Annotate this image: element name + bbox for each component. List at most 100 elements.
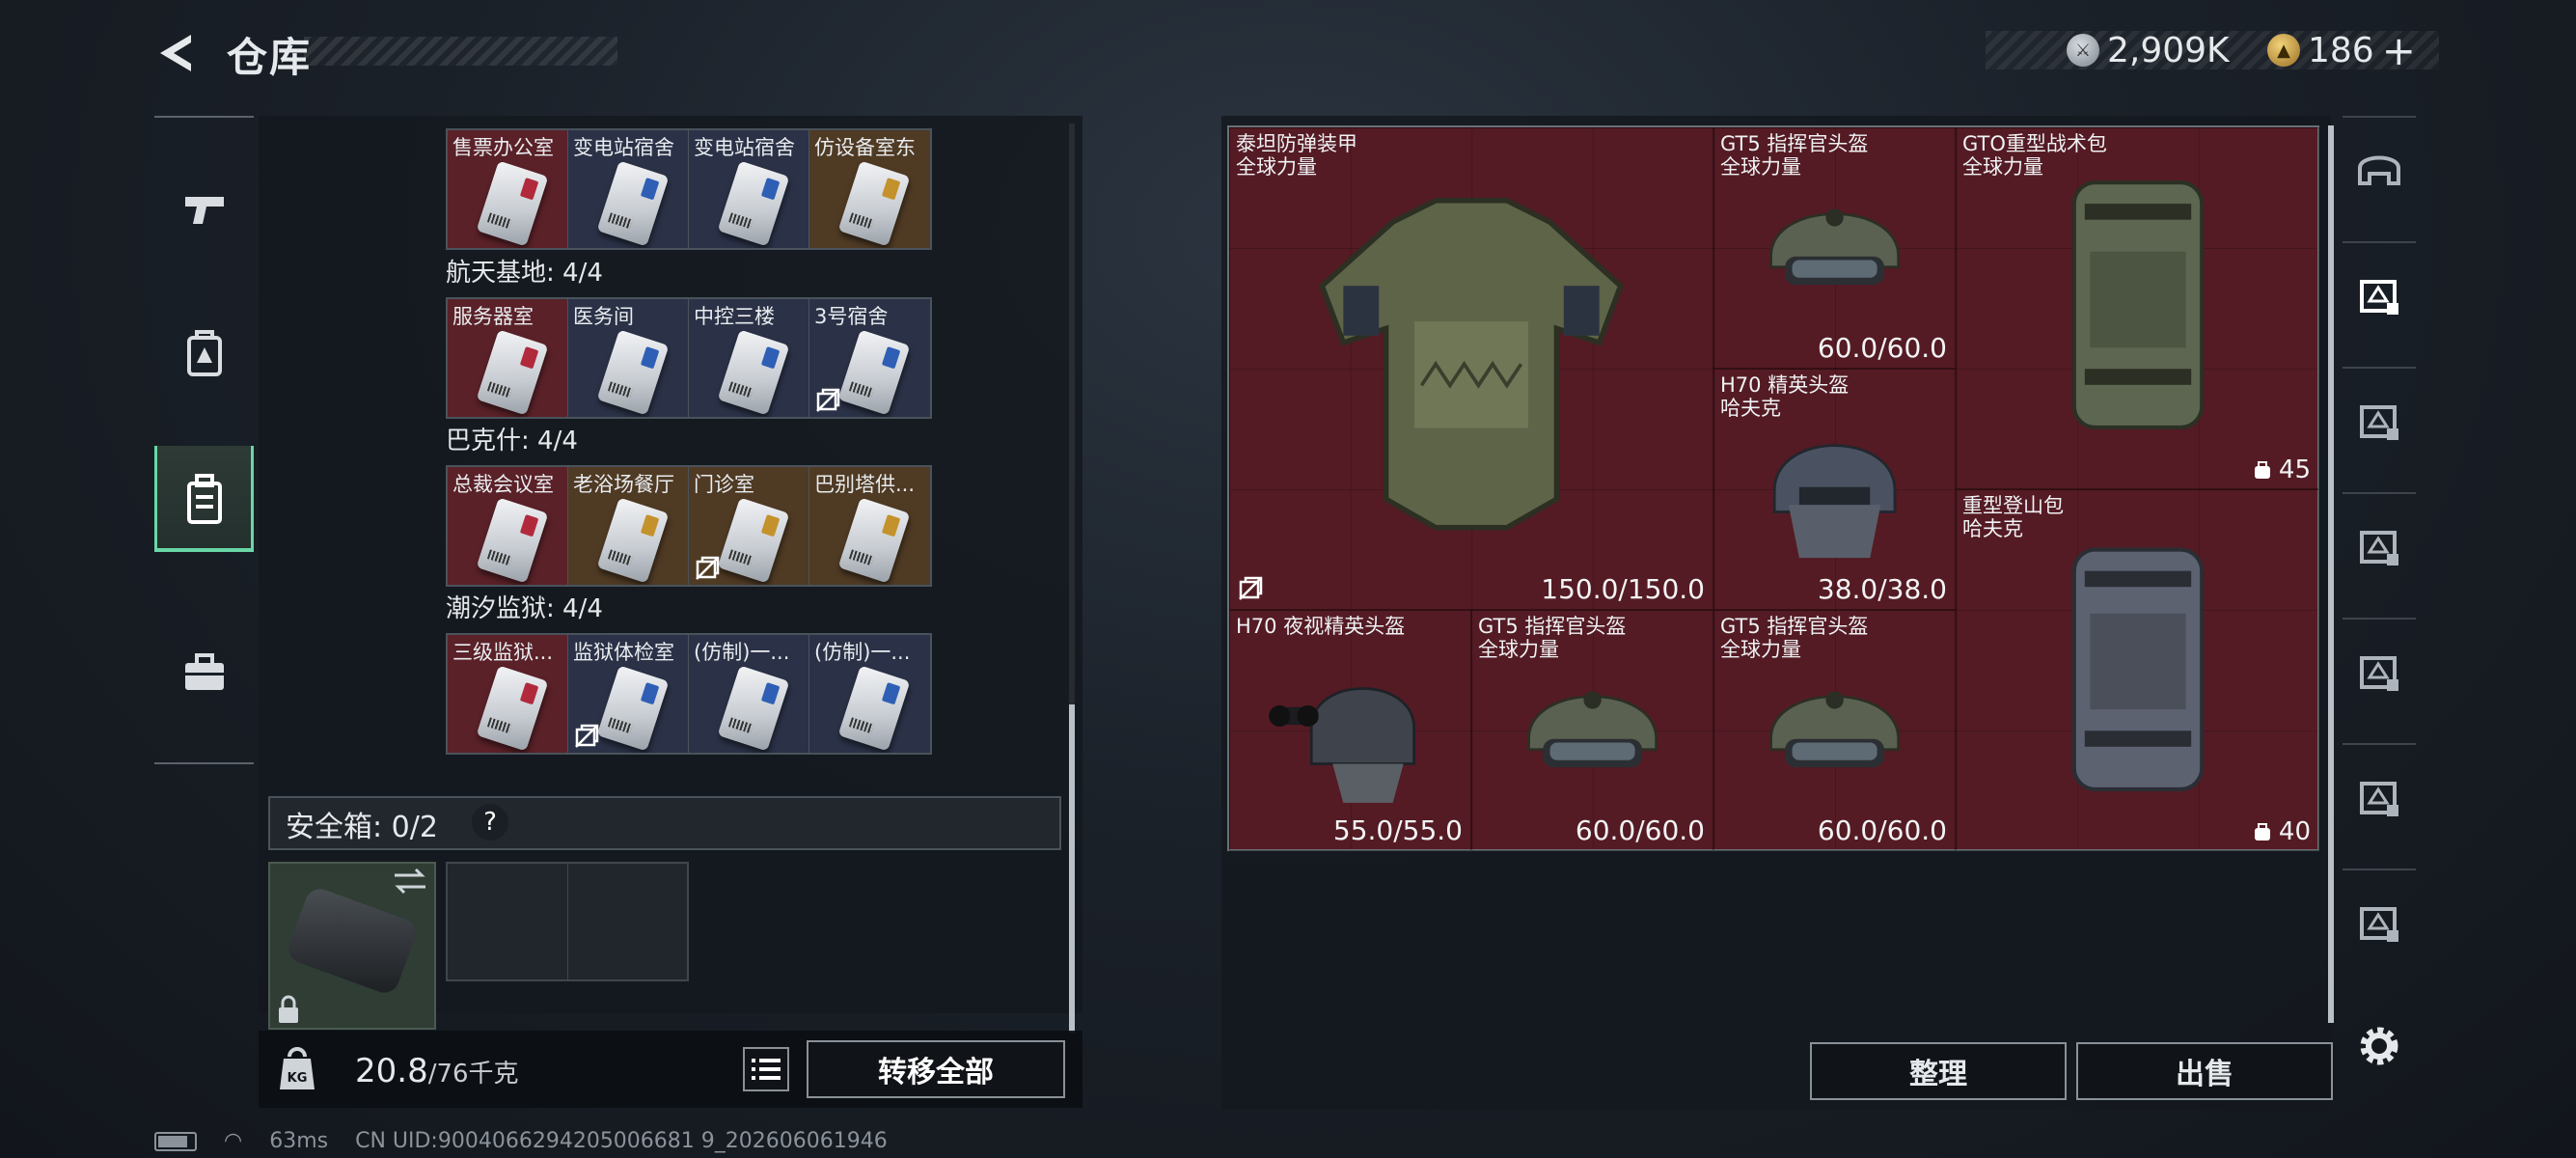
keycard-row: 售票办公室 变电站宿舍 变电站宿舍 仿设备室东: [446, 128, 932, 250]
inventory-item[interactable]: 泰坦防弹装甲 全球力量 150.0/150.0: [1229, 127, 1713, 610]
keycard-item[interactable]: 中控三楼: [689, 299, 809, 417]
armor-slot-icon-2: [2360, 405, 2398, 440]
keycard-item[interactable]: 服务器室: [448, 299, 568, 417]
gear-icon[interactable]: [2354, 1021, 2404, 1071]
keycard-item[interactable]: 门诊室: [689, 467, 809, 585]
keycard-row: 总裁会议室 老浴场餐厅 门诊室 巴别塔供...: [446, 465, 932, 587]
sell-button[interactable]: 出售: [2076, 1042, 2333, 1100]
nav-gear[interactable]: [154, 301, 254, 407]
weight-kg-icon: KG: [280, 1047, 315, 1089]
item-name: GT5 指挥官头盔: [1720, 615, 1869, 638]
inventory-item[interactable]: GT5 指挥官头盔 全球力量 60.0/60.0: [1471, 610, 1713, 851]
item-durability: 150.0/150.0: [1541, 573, 1705, 605]
keycard-image: [596, 329, 670, 416]
safebox-empty-slots[interactable]: [446, 862, 689, 981]
keycard-item[interactable]: 变电站宿舍: [568, 130, 689, 248]
item-name-block: H70 精英头盔 哈夫克: [1720, 373, 1849, 420]
item-durability: 60.0/60.0: [1817, 332, 1947, 364]
equipment-slot-7[interactable]: [2343, 868, 2416, 975]
keycard-item[interactable]: 变电站宿舍: [689, 130, 809, 248]
backpack-image: [2071, 547, 2204, 791]
keycard-group-title: 巴克什: 4/4: [446, 427, 578, 455]
keycard-image: [476, 160, 549, 247]
helmet-image: [1769, 690, 1900, 767]
back-arrow-icon[interactable]: [152, 29, 201, 77]
inventory-item[interactable]: H70 精英头盔 哈夫克 38.0/38.0: [1713, 369, 1956, 610]
keycard-item[interactable]: 三级监狱...: [448, 635, 568, 753]
keycard-image: [837, 160, 911, 247]
ping-value: 63ms: [269, 1129, 329, 1153]
item-name: 重型登山包: [1962, 494, 2064, 517]
item-faction: 哈夫克: [1962, 517, 2023, 540]
item-name-block: GT5 指挥官头盔 全球力量: [1720, 132, 1868, 179]
nav-keycards[interactable]: [154, 446, 254, 552]
sort-button[interactable]: 整理: [1810, 1042, 2067, 1100]
keycard-item[interactable]: 总裁会议室: [448, 467, 568, 585]
item-name-block: GT5 指挥官头盔 全球力量: [1720, 615, 1868, 661]
keycard-item[interactable]: 仿设备室东: [809, 130, 930, 248]
keycard-item[interactable]: 巴别塔供...: [809, 467, 930, 585]
equipment-slot-5[interactable]: [2343, 618, 2416, 724]
helmet-image: [1527, 690, 1658, 767]
carry-weight: 20.8/76千克: [355, 1052, 519, 1090]
item-name: H70 夜视精英头盔: [1236, 615, 1406, 638]
inventory-item[interactable]: 重型登山包 哈夫克 40: [1956, 489, 2319, 851]
equipment-slot-2[interactable]: [2343, 241, 2416, 347]
vest-slot-icon: [2360, 656, 2398, 691]
safebox-help-button[interactable]: ?: [472, 804, 508, 841]
keycard-item[interactable]: (仿制)一...: [689, 635, 809, 753]
item-faction: 全球力量: [1962, 155, 2043, 179]
keycard-image: [476, 665, 549, 752]
inventory-item[interactable]: GT5 指挥官头盔 全球力量 60.0/60.0: [1713, 127, 1956, 369]
keycard-label: 售票办公室: [452, 136, 554, 159]
empty-slot[interactable]: [567, 864, 687, 979]
list-view-button[interactable]: [743, 1047, 789, 1091]
right-scrollbar[interactable]: [2328, 125, 2334, 1023]
item-durability: 60.0/60.0: [1817, 814, 1947, 846]
item-name-block: 泰坦防弹装甲 全球力量: [1236, 132, 1357, 179]
system-status-bar: ◠ 63ms CN UID:9004066294205006681 9_2026…: [154, 1129, 888, 1153]
inventory-grid: 泰坦防弹装甲 全球力量 150.0/150.0 GT5 指挥官头盔 全球力量 60.0/6…: [1227, 125, 2319, 851]
equipment-slot-1[interactable]: [2343, 116, 2416, 222]
nav-misc[interactable]: [154, 620, 254, 726]
keycard-item[interactable]: 老浴场餐厅: [568, 467, 689, 585]
empty-slot[interactable]: [448, 864, 568, 979]
gold-currency[interactable]: ▲ 186 +: [2267, 27, 2416, 74]
equipment-slot-6[interactable]: [2343, 743, 2416, 849]
equipment-slot-4[interactable]: [2343, 492, 2416, 598]
keycard-label: 服务器室: [452, 305, 534, 328]
keycard-group-title: 航天基地: 4/4: [446, 259, 603, 288]
keycard-item[interactable]: 3号宿舍: [809, 299, 930, 417]
no-trade-icon: [1239, 576, 1263, 600]
keycard-item[interactable]: 医务间: [568, 299, 689, 417]
swap-icon[interactable]: [391, 867, 429, 896]
carry-weight-max: /76千克: [427, 1060, 519, 1089]
chest-rig-slot-icon: [2360, 782, 2398, 816]
safebox-label: 安全箱: 0/2: [286, 811, 438, 844]
keycard-item[interactable]: (仿制)一...: [809, 635, 930, 753]
add-currency-button[interactable]: +: [2382, 27, 2416, 74]
armor-image: [1318, 197, 1625, 531]
item-capacity-value: 45: [2278, 455, 2311, 484]
list-icon: [752, 1059, 781, 1080]
item-name-block: 重型登山包 哈夫克: [1962, 494, 2064, 540]
keycard-label: 监狱体检室: [573, 641, 674, 664]
keycard-item[interactable]: 监狱体检室: [568, 635, 689, 753]
keycard-label: 总裁会议室: [452, 473, 554, 496]
keycard-image: [837, 665, 911, 752]
silver-amount: 2,909K: [2107, 30, 2230, 70]
nav-weapons[interactable]: [154, 156, 254, 262]
keycard-image: [717, 160, 790, 247]
inventory-item[interactable]: GTO重型战术包 全球力量 45: [1956, 127, 2319, 489]
equipment-slot-3[interactable]: [2343, 367, 2416, 473]
keycard-row: 服务器室 医务间 中控三楼 3号宿舍: [446, 297, 932, 419]
inventory-item[interactable]: GT5 指挥官头盔 全球力量 60.0/60.0: [1713, 610, 1956, 851]
keycard-item[interactable]: 售票办公室: [448, 130, 568, 248]
gold-coin-icon: ▲: [2267, 34, 2300, 67]
item-name: GT5 指挥官头盔: [1720, 132, 1869, 155]
transfer-all-button[interactable]: 转移全部: [807, 1040, 1065, 1098]
keycard-label: 医务间: [573, 305, 634, 328]
left-scrollbar-thumb[interactable]: [1069, 704, 1075, 1033]
keycard-image: [717, 329, 790, 416]
inventory-item[interactable]: H70 夜视精英头盔 55.0/55.0: [1229, 610, 1471, 851]
